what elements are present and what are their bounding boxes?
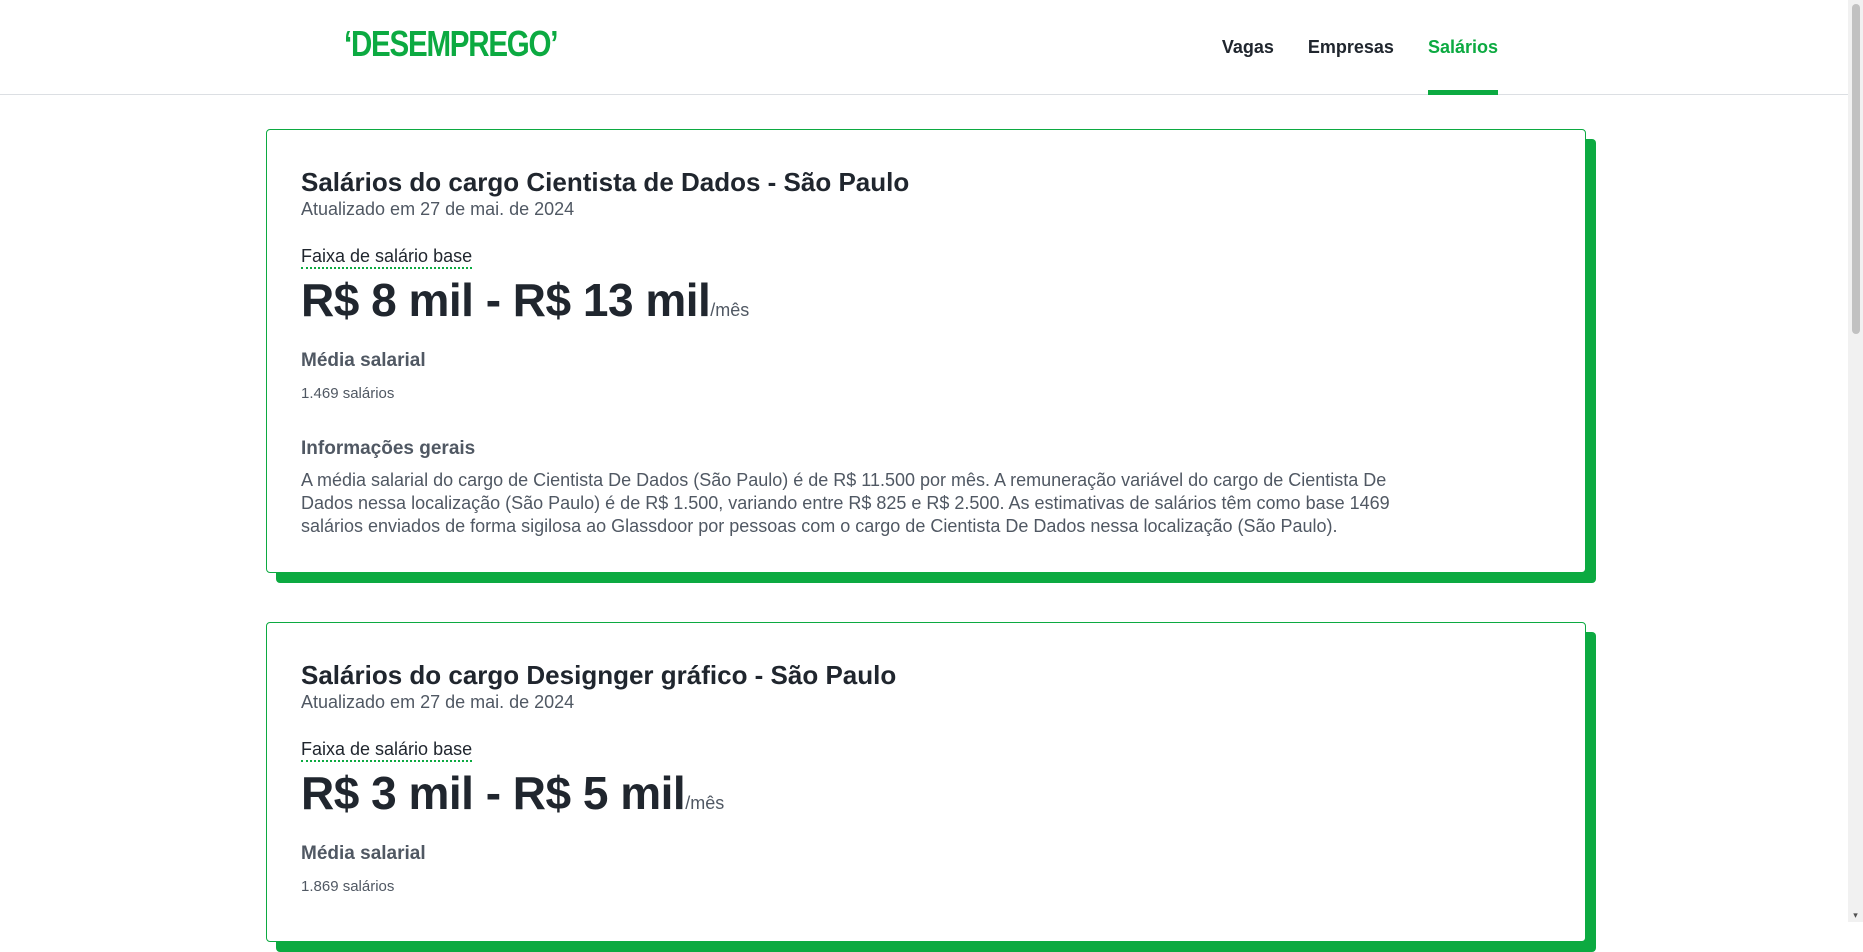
card-title: Salários do cargo Cientista de Dados - S… [301,167,910,197]
salary-count: 1.469 salários [301,385,395,402]
nav-item-salarios[interactable]: Salários [1427,0,1499,95]
page-scrollbar[interactable]: ▾ [1848,0,1863,922]
salary-range: R$ 3 mil - R$ 5 mil/mês [301,766,1551,832]
salary-range-unit: /mês [685,793,725,813]
salary-range: R$ 8 mil - R$ 13 mil/mês [301,273,1551,339]
salary-range-label[interactable]: Faixa de salário base [301,246,473,269]
salary-card-cientista-de-dados: Salários do cargo Cientista de Dados - S… [266,129,1596,583]
nav-item-vagas[interactable]: Vagas [1222,0,1274,94]
nav-item-empresas[interactable]: Empresas [1308,0,1394,94]
updated-date: Atualizado em 27 de mai. de 2024 [301,692,575,712]
salary-count: 1.869 salários [301,878,395,895]
salary-range-value: R$ 3 mil - R$ 5 mil [301,767,686,819]
general-info-text: A média salarial do cargo de Cientista D… [301,470,1390,536]
salary-card-designger-grafico: Salários do cargo Designger gráfico - Sã… [266,622,1596,952]
average-salary-label: Média salarial [301,350,426,371]
scroll-down-arrow-icon[interactable]: ▾ [1851,911,1860,920]
salary-range-label[interactable]: Faixa de salário base [301,739,473,762]
average-salary-label: Média salarial [301,843,426,864]
salary-range-value: R$ 8 mil - R$ 13 mil [301,274,711,326]
main-nav: Vagas Empresas Salários [1188,0,1499,95]
card-title: Salários do cargo Designger gráfico - Sã… [301,660,897,690]
scrollbar-thumb[interactable] [1852,4,1860,334]
top-navigation-bar: ‘DESEMPREGO’ Vagas Empresas Salários [0,0,1848,95]
site-logo[interactable]: ‘DESEMPREGO’ [344,22,558,66]
salary-range-unit: /mês [710,300,750,320]
salary-card-body: Salários do cargo Designger gráfico - Sã… [266,622,1586,942]
salary-card-body: Salários do cargo Cientista de Dados - S… [266,129,1586,573]
updated-date: Atualizado em 27 de mai. de 2024 [301,199,575,219]
general-info-title: Informações gerais [301,438,476,459]
